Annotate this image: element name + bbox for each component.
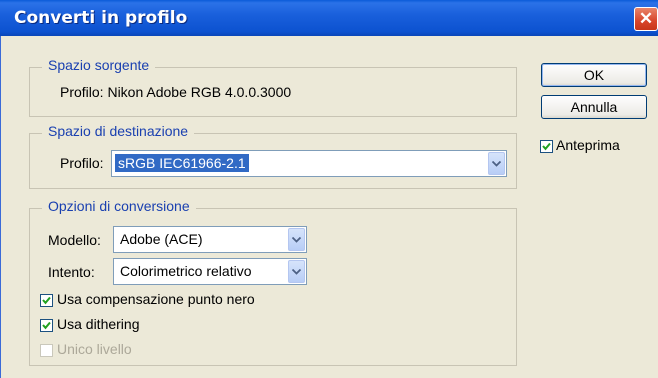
- source-profile-text: Profilo: Nikon Adobe RGB 4.0.0.3000: [60, 84, 292, 100]
- title-bar[interactable]: Converti in profilo ✕: [0, 0, 658, 36]
- intent-select[interactable]: Colorimetrico relativo: [113, 258, 307, 285]
- close-icon[interactable]: ✕: [634, 7, 658, 31]
- chevron-down-icon[interactable]: [288, 260, 305, 283]
- check-icon: [42, 296, 51, 305]
- destination-profile-select[interactable]: sRGB IEC61966-2.1: [111, 150, 507, 177]
- destination-space-group: Spazio di destinazione Profilo: sRGB IEC…: [29, 123, 517, 189]
- black-point-label[interactable]: Usa compensazione punto nero: [57, 291, 255, 307]
- chevron-down-icon[interactable]: [488, 152, 505, 175]
- chevron-down-icon[interactable]: [288, 228, 305, 251]
- dialog-title: Converti in profilo: [14, 8, 188, 28]
- preview-label[interactable]: Anteprima: [556, 137, 620, 153]
- ok-button[interactable]: OK: [541, 63, 647, 87]
- conversion-options-group: Opzioni di conversione Modello: Adobe (A…: [29, 198, 517, 366]
- engine-label: Modello:: [48, 232, 101, 248]
- flatten-label: Unico livello: [57, 341, 132, 357]
- flatten-checkbox: [40, 344, 53, 357]
- conversion-options-legend: Opzioni di conversione: [42, 198, 196, 214]
- dialog-body: Spazio sorgente Profilo: Nikon Adobe RGB…: [0, 36, 658, 378]
- source-space-group: Spazio sorgente Profilo: Nikon Adobe RGB…: [29, 57, 517, 117]
- destination-profile-value: sRGB IEC61966-2.1: [115, 154, 249, 172]
- dither-checkbox[interactable]: [40, 319, 53, 332]
- engine-select[interactable]: Adobe (ACE): [113, 226, 307, 253]
- dither-label[interactable]: Usa dithering: [57, 316, 140, 332]
- destination-space-legend: Spazio di destinazione: [42, 123, 195, 139]
- black-point-checkbox[interactable]: [40, 294, 53, 307]
- convert-profile-dialog: Converti in profilo ✕ Spazio sorgente Pr…: [0, 0, 658, 378]
- check-icon: [542, 142, 551, 151]
- preview-checkbox[interactable]: [540, 140, 553, 153]
- intent-label: Intento:: [48, 264, 95, 280]
- intent-value: Colorimetrico relativo: [120, 263, 252, 279]
- cancel-button[interactable]: Annulla: [541, 95, 647, 119]
- source-space-legend: Spazio sorgente: [42, 57, 156, 73]
- engine-value: Adobe (ACE): [120, 231, 203, 247]
- check-icon: [42, 321, 51, 330]
- destination-profile-label: Profilo:: [60, 155, 104, 171]
